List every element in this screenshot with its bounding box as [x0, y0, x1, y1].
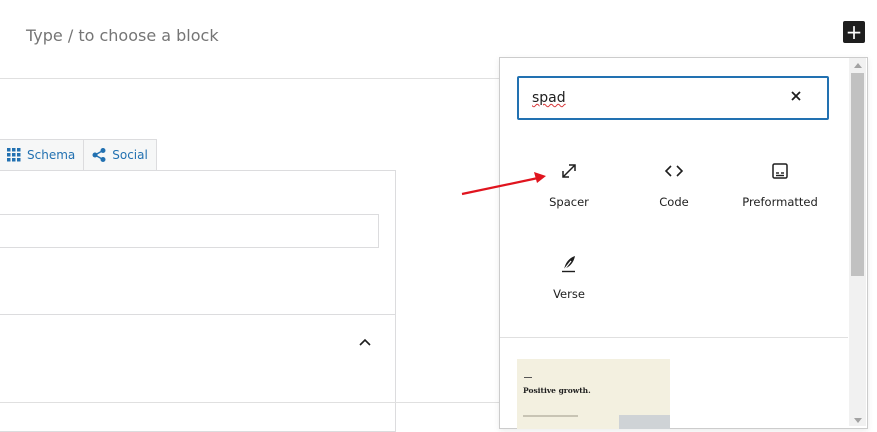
- pattern-text-line: [523, 415, 578, 417]
- block-item-label: Verse: [553, 287, 585, 301]
- block-inserter-popover: spad Spacer Code Preformatted Verse Posi…: [499, 57, 868, 429]
- feather-icon: [562, 256, 575, 273]
- annotation-arrow-icon: [461, 172, 546, 196]
- block-item-label: Code: [659, 195, 689, 209]
- chevron-up-icon[interactable]: [357, 334, 373, 350]
- meta-panel: [0, 170, 396, 432]
- preformatted-icon: [772, 163, 788, 179]
- resize-icon: [562, 164, 576, 178]
- inserter-scrollbar[interactable]: [849, 58, 866, 426]
- block-search-input[interactable]: spad: [517, 76, 829, 120]
- inserter-divider: [500, 337, 848, 338]
- block-search-value: spad: [532, 90, 566, 106]
- pattern-dash: [524, 377, 532, 378]
- tab-schema[interactable]: Schema: [0, 139, 85, 170]
- meta-tabs: Schema Social: [0, 139, 157, 170]
- block-item-preformatted[interactable]: Preformatted: [728, 161, 832, 231]
- block-item-label: Preformatted: [742, 195, 818, 209]
- code-icon: [664, 165, 684, 177]
- tab-social[interactable]: Social: [83, 139, 157, 170]
- bottom-divider: [0, 402, 500, 403]
- top-divider: [0, 78, 500, 79]
- pattern-image: [619, 415, 670, 429]
- tab-schema-label: Schema: [27, 148, 76, 162]
- scroll-down-arrow[interactable]: [854, 418, 862, 423]
- share-icon: [92, 148, 106, 162]
- pattern-title: Positive growth.: [523, 386, 591, 395]
- add-block-button[interactable]: +: [843, 21, 865, 43]
- meta-text-input[interactable]: [0, 214, 379, 248]
- block-item-verse[interactable]: Verse: [517, 253, 621, 323]
- meta-section-divider: [0, 314, 395, 315]
- close-icon[interactable]: [789, 89, 803, 103]
- tab-social-label: Social: [112, 148, 148, 162]
- block-placeholder[interactable]: Type / to choose a block: [26, 26, 219, 45]
- pattern-preview[interactable]: Positive growth.: [517, 359, 670, 429]
- scroll-up-arrow[interactable]: [854, 63, 862, 68]
- grid-icon: [7, 148, 21, 162]
- scroll-thumb[interactable]: [851, 73, 864, 276]
- block-item-code[interactable]: Code: [622, 161, 726, 231]
